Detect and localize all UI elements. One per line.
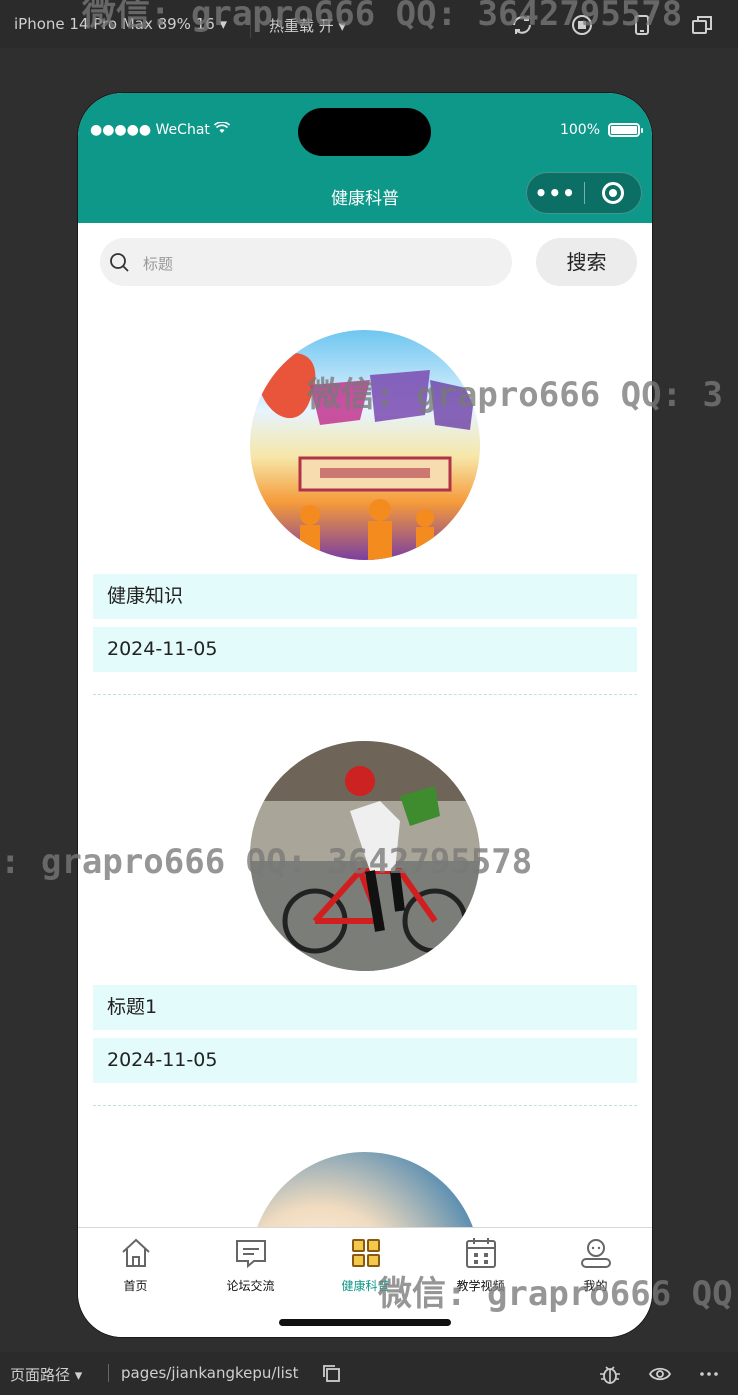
item-divider — [93, 1105, 637, 1106]
simulator-statusbar: 页面路径 ▾ pages/jiankangkepu/list — [0, 1352, 738, 1395]
bottom-divider — [108, 1364, 109, 1382]
article-list: 健康知识 2024-11-05 标题1 2024-11-05 — [78, 318, 652, 1228]
battery-icon — [608, 123, 643, 137]
article-image — [250, 1152, 480, 1228]
tab-mine[interactable]: 我的 — [538, 1236, 652, 1294]
page-path-label[interactable]: 页面路径 ▾ — [10, 1364, 82, 1385]
phone-icon[interactable] — [630, 13, 654, 37]
tab-health-science[interactable]: 健康科普 — [308, 1236, 423, 1294]
chat-icon — [235, 1240, 266, 1269]
dynamic-island — [298, 108, 431, 156]
search-button[interactable]: 搜索 — [536, 238, 637, 286]
simulator-toolbar: iPhone 14 Pro Max 89% 16 ▾ 热重载 开 ▾ — [0, 0, 738, 48]
battery-percent: 100% — [559, 122, 600, 138]
menu-capsule: ••• — [526, 172, 642, 214]
grid-icon — [351, 1239, 380, 1267]
phone-frame: ●●●●● WeChat 100% 健康科普 ••• 标题 搜索 健康知识 20… — [78, 93, 652, 1337]
calendar-icon — [465, 1238, 496, 1268]
eye-icon[interactable] — [648, 1362, 672, 1386]
hot-reload-toggle[interactable]: 热重载 开 ▾ — [269, 15, 346, 36]
search-input[interactable]: 标题 — [100, 238, 512, 286]
search-icon — [110, 253, 129, 272]
tab-videos[interactable]: 教学视频 — [423, 1236, 538, 1294]
tab-label: 首页 — [123, 1279, 148, 1293]
wifi-icon — [213, 121, 230, 138]
more-dots-icon[interactable]: ••• — [527, 173, 584, 213]
navigation-bar: 健康科普 ••• — [78, 166, 652, 223]
copy-icon[interactable] — [321, 1363, 341, 1383]
bug-icon[interactable] — [598, 1362, 622, 1386]
tab-label: 论坛交流 — [226, 1279, 275, 1293]
refresh-icon[interactable] — [510, 13, 534, 37]
article-date: 2024-11-05 — [93, 1038, 637, 1083]
article-title: 标题1 — [93, 985, 637, 1030]
tab-label: 教学视频 — [456, 1279, 505, 1293]
tab-label: 健康科普 — [341, 1279, 390, 1293]
device-selector[interactable]: iPhone 14 Pro Max 89% 16 ▾ — [14, 15, 227, 33]
article-date: 2024-11-05 — [93, 627, 637, 672]
tab-forum[interactable]: 论坛交流 — [193, 1236, 308, 1294]
article-title: 健康知识 — [93, 574, 637, 619]
toolbar-divider — [250, 10, 251, 38]
stop-icon[interactable] — [570, 13, 594, 37]
tab-home[interactable]: 首页 — [78, 1236, 193, 1294]
home-indicator — [279, 1319, 451, 1326]
home-icon — [121, 1238, 150, 1267]
page-path: pages/jiankangkepu/list — [121, 1364, 299, 1382]
more-icon[interactable] — [697, 1362, 721, 1386]
window-icon[interactable] — [690, 13, 714, 37]
article-image — [250, 330, 480, 560]
carrier-label: ●●●●● WeChat — [90, 122, 210, 138]
target-circle-icon[interactable] — [584, 182, 641, 204]
tab-label: 我的 — [583, 1279, 608, 1293]
item-divider — [93, 694, 637, 695]
status-bar: ●●●●● WeChat 100% — [78, 93, 652, 166]
search-placeholder: 标题 — [143, 255, 174, 273]
user-icon — [580, 1239, 611, 1268]
article-image — [250, 741, 480, 971]
